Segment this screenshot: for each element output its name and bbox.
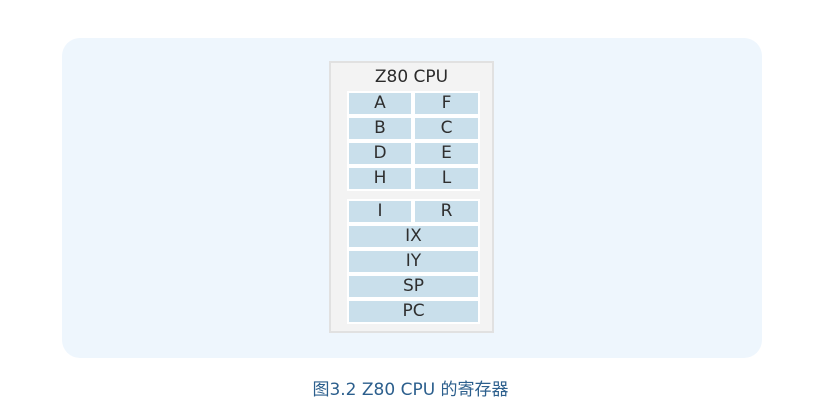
register-b: B [347,116,413,141]
register-i: I [347,199,413,224]
cpu-title: Z80 CPU [374,67,449,87]
register-l: L [413,166,480,191]
register-d: D [347,141,413,166]
register-a: A [347,91,413,116]
page: Z80 CPU A F B C D E H L I R IX IY SP PC … [0,0,821,418]
register-e: E [413,141,480,166]
register-iy: IY [347,249,480,274]
register-pc: PC [347,299,480,324]
register-sp: SP [347,274,480,299]
register-c: C [413,116,480,141]
figure-caption: 图3.2 Z80 CPU 的寄存器 [312,380,509,400]
register-f: F [413,91,480,116]
register-r: R [413,199,480,224]
register-ix: IX [347,224,480,249]
register-h: H [347,166,413,191]
cpu-register-diagram: Z80 CPU A F B C D E H L I R IX IY SP PC [329,61,494,333]
